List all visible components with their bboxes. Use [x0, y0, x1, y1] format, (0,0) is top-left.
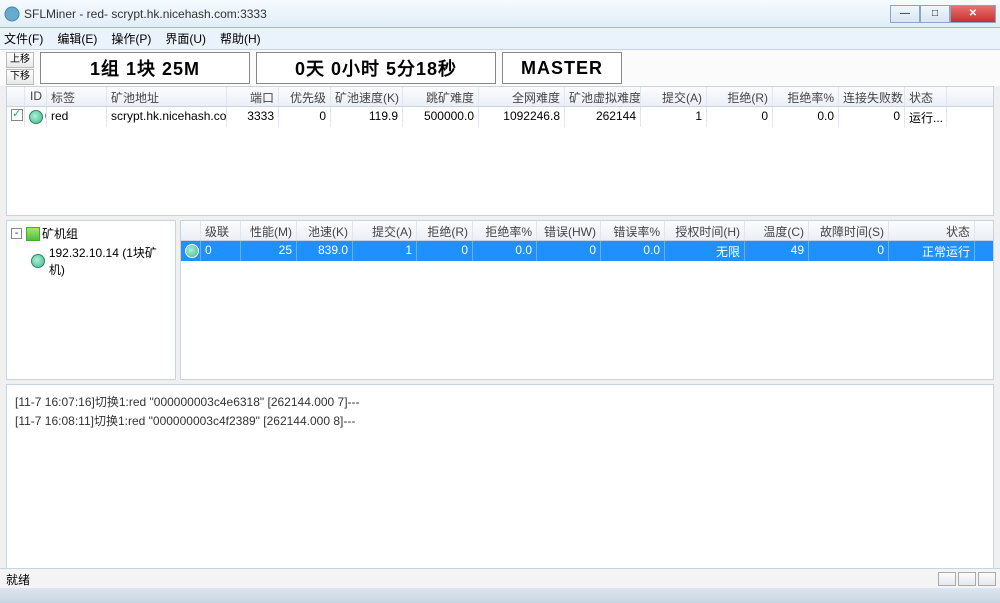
col-priority[interactable]: 优先级: [279, 87, 331, 106]
log-line: [11-7 16:07:16]切换1:red "000000003c4e6318…: [15, 393, 985, 410]
mcol-poolspeed[interactable]: 池速(K): [297, 221, 353, 240]
app-icon: [4, 6, 20, 22]
pool-table-header: ID 标签 矿池地址 端口 优先级 矿池速度(K) 跳矿难度 全网难度 矿池虚拟…: [7, 87, 993, 107]
miner-row[interactable]: 0 25 839.0 1 0 0.0 0 0.0 无限 49 0 正常运行: [181, 241, 993, 261]
pool-checkbox[interactable]: [11, 109, 23, 121]
col-netdiff[interactable]: 全网难度: [479, 87, 565, 106]
mcol-rejected[interactable]: 拒绝(R): [417, 221, 473, 240]
mcol-errors[interactable]: 错误(HW): [537, 221, 601, 240]
move-down-button[interactable]: 下移: [6, 69, 34, 85]
mcol-hashrate[interactable]: 性能(M): [241, 221, 297, 240]
tree-child-label: 192.32.10.14 (1块矿机): [49, 244, 171, 278]
miner-table: 级联 性能(M) 池速(K) 提交(A) 拒绝(R) 拒绝率% 错误(HW) 错…: [180, 220, 994, 380]
tree-pane: - 矿机组 192.32.10.14 (1块矿机): [6, 220, 176, 380]
col-rejected[interactable]: 拒绝(R): [707, 87, 773, 106]
mcol-reject-rate[interactable]: 拒绝率%: [473, 221, 537, 240]
mcol-accepted[interactable]: 提交(A): [353, 221, 417, 240]
menubar: 文件(F) 编辑(E) 操作(P) 界面(U) 帮助(H): [0, 28, 1000, 50]
col-id[interactable]: ID: [25, 87, 47, 106]
move-up-button[interactable]: 上移: [6, 52, 34, 68]
maximize-button[interactable]: □: [920, 5, 950, 23]
tree-child[interactable]: 192.32.10.14 (1块矿机): [31, 244, 171, 278]
statusbar-icons: [938, 572, 996, 586]
menu-operate[interactable]: 操作(P): [111, 30, 151, 47]
status-tray-icon[interactable]: [958, 572, 976, 586]
window-titlebar: SFLMiner - red- scrypt.hk.nicehash.com:3…: [0, 0, 1000, 28]
summary-box: 1组 1块 25M: [40, 52, 250, 84]
coin-icon: [29, 110, 43, 124]
mcol-status[interactable]: 状态: [889, 221, 975, 240]
col-accepted[interactable]: 提交(A): [641, 87, 707, 106]
mcol-error-rate[interactable]: 错误率%: [601, 221, 665, 240]
miner-table-header: 级联 性能(M) 池速(K) 提交(A) 拒绝(R) 拒绝率% 错误(HW) 错…: [181, 221, 993, 241]
col-port[interactable]: 端口: [227, 87, 279, 106]
log-line: [11-7 16:08:11]切换1:red "000000003c4f2389…: [15, 412, 985, 429]
mcol-fault[interactable]: 故障时间(S): [809, 221, 889, 240]
mcol-time[interactable]: 授权时间(H): [665, 221, 745, 240]
minimize-button[interactable]: —: [890, 5, 920, 23]
menu-file[interactable]: 文件(F): [4, 30, 43, 47]
col-speed[interactable]: 矿池速度(K): [331, 87, 403, 106]
col-addr[interactable]: 矿池地址: [107, 87, 227, 106]
pool-table: ID 标签 矿池地址 端口 优先级 矿池速度(K) 跳矿难度 全网难度 矿池虚拟…: [6, 86, 994, 216]
col-tag[interactable]: 标签: [47, 87, 107, 106]
status-tray-icon[interactable]: [978, 572, 996, 586]
menu-help[interactable]: 帮助(H): [220, 30, 261, 47]
log-pane[interactable]: [11-7 16:07:16]切换1:red "000000003c4e6318…: [6, 384, 994, 570]
status-tray-icon[interactable]: [938, 572, 956, 586]
col-fail[interactable]: 连接失败数: [839, 87, 905, 106]
statusbar: 就绪: [0, 568, 1000, 588]
miner-coin-icon: [185, 244, 199, 258]
taskbar: [0, 588, 1000, 603]
menu-edit[interactable]: 编辑(E): [57, 30, 97, 47]
miner-icon: [31, 254, 45, 268]
mcol-temp[interactable]: 温度(C): [745, 221, 809, 240]
status-text: 就绪: [6, 573, 30, 587]
tree-collapse-icon[interactable]: -: [11, 228, 22, 239]
role-box: MASTER: [502, 52, 622, 84]
close-button[interactable]: ✕: [950, 5, 996, 23]
toolbar: 上移 下移 1组 1块 25M 0天 0小时 5分18秒 MASTER: [0, 50, 1000, 86]
uptime-box: 0天 0小时 5分18秒: [256, 52, 496, 84]
window-title: SFLMiner - red- scrypt.hk.nicehash.com:3…: [24, 7, 890, 21]
mcol-level[interactable]: 级联: [201, 221, 241, 240]
col-status[interactable]: 状态: [905, 87, 947, 106]
tree-root[interactable]: - 矿机组: [11, 225, 171, 242]
col-vdiff[interactable]: 矿池虚拟难度: [565, 87, 641, 106]
menu-view[interactable]: 界面(U): [165, 30, 206, 47]
pool-row[interactable]: 0 red scrypt.hk.nicehash.com 3333 0 119.…: [7, 107, 993, 127]
col-reject-rate[interactable]: 拒绝率%: [773, 87, 839, 106]
tree-root-label: 矿机组: [42, 225, 78, 242]
col-diff[interactable]: 跳矿难度: [403, 87, 479, 106]
group-icon: [26, 227, 40, 241]
